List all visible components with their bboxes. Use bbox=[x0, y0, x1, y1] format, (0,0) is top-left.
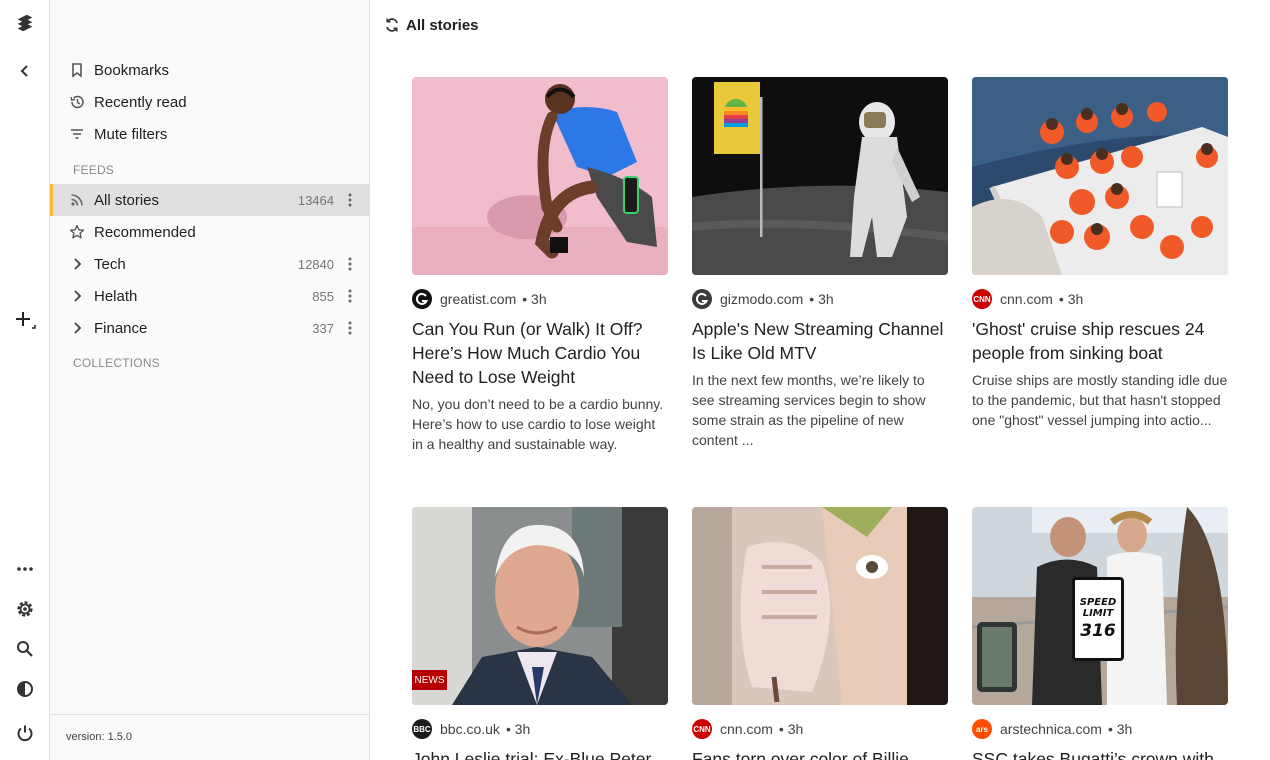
refresh-icon[interactable] bbox=[384, 17, 400, 33]
version-text: version: 1.5.0 bbox=[66, 731, 133, 743]
story-image[interactable]: SPEED LIMIT 316 bbox=[972, 507, 1228, 705]
source-favicon: CNN bbox=[972, 289, 992, 309]
filter-icon bbox=[68, 125, 86, 143]
version-footer: version: 1.5.0 bbox=[50, 714, 369, 760]
sidebar-item-label: Recommended bbox=[94, 223, 196, 241]
story-title[interactable]: John Leslie trial: Ex-Blue Peter bbox=[412, 747, 668, 760]
sidebar-item-label: Tech bbox=[94, 255, 126, 273]
sidebar-item-label: Finance bbox=[94, 319, 148, 337]
story-source: ars arstechnica.com • 3h bbox=[972, 719, 1228, 739]
sidebar-item-label: Helath bbox=[94, 287, 138, 305]
story-card[interactable]: CNN cnn.com • 3h Fans torn over color of… bbox=[692, 507, 948, 760]
source-name[interactable]: greatist.com bbox=[440, 291, 516, 307]
story-image[interactable] bbox=[692, 77, 948, 275]
unread-count: 13464 bbox=[297, 192, 334, 208]
story-description: In the next few months, we’re likely to … bbox=[692, 372, 926, 448]
story-time: 3h bbox=[818, 291, 834, 307]
sidebar-item-all-stories[interactable]: All stories 13464 bbox=[50, 184, 369, 216]
story-title[interactable]: Can You Run (or Walk) It Off? Here’s How… bbox=[412, 317, 668, 389]
source-favicon: CNN bbox=[692, 719, 712, 739]
chevron-right-icon[interactable] bbox=[68, 255, 86, 273]
story-time: 3h bbox=[1067, 291, 1084, 307]
page-title: All stories bbox=[406, 16, 479, 34]
history-icon bbox=[68, 93, 86, 111]
story-source: greatist.com • 3h bbox=[412, 289, 668, 309]
unread-count: 855 bbox=[312, 288, 334, 304]
story-title[interactable]: Fans torn over color of Billie bbox=[692, 747, 948, 760]
sidebar-item-mute-filters[interactable]: Mute filters bbox=[50, 118, 369, 150]
story-source: CNN cnn.com • 3h bbox=[972, 289, 1084, 309]
more-vert-icon[interactable] bbox=[343, 190, 357, 210]
collections-section-header: COLLECTIONS bbox=[73, 356, 160, 370]
bookmark-icon bbox=[68, 61, 86, 79]
source-name[interactable]: bbc.co.uk bbox=[440, 721, 500, 737]
sidebar-item-tech[interactable]: Tech 12840 bbox=[50, 248, 369, 280]
story-image[interactable]: NEWS bbox=[412, 507, 668, 705]
sidebar-item-label: Recently read bbox=[94, 93, 187, 111]
story-time: 3h bbox=[531, 291, 547, 307]
story-title[interactable]: SSC takes Bugatti’s crown with bbox=[972, 747, 1228, 760]
story-card[interactable]: SPEED LIMIT 316 ars arstechnica.com • 3h… bbox=[972, 507, 1228, 760]
story-title[interactable]: 'Ghost' cruise ship rescues 24 people fr… bbox=[972, 317, 1228, 365]
story-image[interactable] bbox=[972, 77, 1228, 275]
refresh-all-stories[interactable]: All stories bbox=[384, 14, 479, 36]
contrast-icon[interactable] bbox=[13, 677, 37, 701]
sidebar-item-label: Bookmarks bbox=[94, 61, 170, 79]
chevron-right-icon[interactable] bbox=[68, 319, 86, 337]
more-vert-icon[interactable] bbox=[343, 318, 357, 338]
story-source: gizmodo.com • 3h bbox=[692, 289, 948, 309]
story-title[interactable]: Apple's New Streaming Channel Is Like Ol… bbox=[692, 317, 948, 365]
add-icon[interactable] bbox=[13, 309, 37, 333]
chevron-right-icon[interactable] bbox=[68, 287, 86, 305]
sidebar-item-recently-read[interactable]: Recently read bbox=[50, 86, 369, 118]
story-description: No, you don’t need to be a cardio bunny.… bbox=[412, 396, 664, 452]
chevron-left-icon[interactable] bbox=[13, 59, 37, 83]
source-favicon bbox=[412, 289, 432, 309]
more-vert-icon[interactable] bbox=[343, 286, 357, 306]
story-description: Cruise ships are mostly standing idle du… bbox=[972, 372, 1228, 428]
sidebar-item-label: All stories bbox=[94, 191, 160, 209]
sidebar-item-helath[interactable]: Helath 855 bbox=[50, 280, 369, 312]
power-icon[interactable] bbox=[13, 721, 37, 745]
unread-count: 12840 bbox=[297, 256, 334, 272]
source-favicon: BBC bbox=[412, 719, 432, 739]
sidebar-item-recommended[interactable]: Recommended bbox=[50, 216, 369, 248]
gear-icon[interactable] bbox=[13, 597, 37, 621]
unread-count: 337 bbox=[312, 320, 334, 336]
source-favicon bbox=[692, 289, 712, 309]
story-card[interactable]: NEWS BBC bbc.co.uk • 3h John Leslie tria… bbox=[412, 507, 668, 760]
sidebar-item-bookmarks[interactable]: Bookmarks bbox=[50, 54, 369, 86]
sidebar-item-label: Mute filters bbox=[94, 125, 168, 143]
story-time: 3h bbox=[1116, 721, 1133, 737]
story-card[interactable]: CNN cnn.com • 3h 'Ghost' cruise ship res… bbox=[972, 77, 1228, 430]
source-name[interactable]: cnn.com bbox=[720, 721, 773, 737]
speed-limit-sign: SPEED LIMIT 316 bbox=[1072, 577, 1124, 661]
story-card[interactable]: gizmodo.com • 3h Apple's New Streaming C… bbox=[692, 77, 948, 450]
more-horizontal-icon[interactable] bbox=[13, 557, 37, 581]
story-card[interactable]: greatist.com • 3h Can You Run (or Walk) … bbox=[412, 77, 668, 454]
star-icon bbox=[68, 223, 86, 241]
story-image[interactable] bbox=[412, 77, 668, 275]
story-image[interactable] bbox=[692, 507, 948, 705]
story-time: 3h bbox=[514, 721, 531, 737]
rss-icon bbox=[68, 191, 86, 209]
source-name[interactable]: arstechnica.com bbox=[1000, 721, 1102, 737]
feeds-section-header: FEEDS bbox=[73, 163, 115, 177]
source-name[interactable]: gizmodo.com bbox=[720, 291, 803, 307]
story-time: 3h bbox=[787, 721, 804, 737]
main-content: All stories greatist.com • 3h Can You Ru… bbox=[370, 0, 1270, 760]
news-badge: NEWS bbox=[412, 670, 447, 690]
search-icon[interactable] bbox=[13, 637, 37, 661]
icon-rail bbox=[0, 0, 50, 760]
sidebar: Bookmarks Recently read Mute filters FEE… bbox=[50, 0, 370, 760]
sidebar-item-finance[interactable]: Finance 337 bbox=[50, 312, 369, 344]
story-source: BBC bbc.co.uk • 3h bbox=[412, 719, 531, 739]
story-source: CNN cnn.com • 3h bbox=[692, 719, 804, 739]
source-name[interactable]: cnn.com bbox=[1000, 291, 1053, 307]
more-vert-icon[interactable] bbox=[343, 254, 357, 274]
source-favicon: ars bbox=[972, 719, 992, 739]
layers-icon[interactable] bbox=[13, 11, 37, 35]
